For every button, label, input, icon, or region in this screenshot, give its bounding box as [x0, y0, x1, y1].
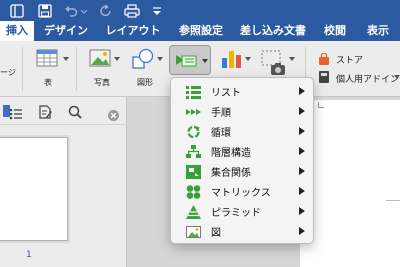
tab-insert[interactable]: 挿入: [0, 21, 34, 41]
menu-item-label: 循環: [211, 128, 231, 139]
navigation-pane: 1: [0, 97, 127, 267]
menu-item-label: 図: [211, 228, 221, 239]
table-dropdown-icon[interactable]: [63, 57, 69, 61]
camera-icon[interactable]: [270, 61, 286, 75]
menu-item-pyramid[interactable]: ピラミッド: [175, 201, 311, 221]
submenu-arrow-icon: [299, 87, 305, 95]
menu-item-relationship[interactable]: 集合関係: [175, 161, 311, 181]
ribbon-separator: [22, 47, 23, 91]
store-icon[interactable]: [318, 51, 330, 65]
personal-addin-icon[interactable]: [318, 69, 330, 83]
store-label[interactable]: ストア: [336, 53, 363, 66]
menu-item-label: マトリックス: [211, 188, 271, 199]
menu-item-label: リスト: [211, 88, 241, 99]
margin-marker: [318, 102, 324, 108]
chart-dropdown-icon[interactable]: [245, 57, 251, 61]
navigation-pane-toolbar: [0, 97, 127, 125]
customize-toolbar-icon[interactable]: [152, 3, 162, 17]
ribbon-tabs: 挿入 デザイン レイアウト 参照設定 差し込み文書 校閲 表示: [0, 21, 400, 41]
menu-item-hierarchy[interactable]: 階層構造: [175, 141, 311, 161]
undo-icon[interactable]: [64, 3, 78, 17]
outline-view-icon[interactable]: [9, 105, 23, 120]
menu-item-label: 手順: [211, 108, 231, 119]
screenshot-dropdown-icon[interactable]: [289, 57, 295, 61]
submenu-arrow-icon: [299, 127, 305, 135]
shapes-dropdown-icon[interactable]: [157, 57, 163, 61]
smartart-icon: [175, 52, 197, 68]
menu-item-label: ピラミッド: [211, 208, 261, 219]
submenu-arrow-icon: [299, 107, 305, 115]
table-label: 表: [44, 78, 52, 87]
page-group-label: ージ: [0, 68, 16, 77]
tab-layout[interactable]: レイアウト: [103, 21, 163, 41]
photo-dropdown-icon[interactable]: [114, 57, 120, 61]
document-page[interactable]: [300, 100, 400, 267]
picture-icon: [186, 224, 201, 238]
menu-item-picture[interactable]: 図: [175, 221, 311, 241]
smartart-menu: リスト 手順 循環 階層構造 集合関係 マトリックス ピラミッド 図: [170, 77, 314, 244]
title-bar: [0, 0, 400, 21]
menu-item-matrix[interactable]: マトリックス: [175, 181, 311, 201]
tab-design[interactable]: デザイン: [40, 21, 92, 41]
tab-references[interactable]: 参照設定: [175, 21, 227, 41]
tab-review[interactable]: 校閲: [318, 21, 352, 41]
print-icon[interactable]: [124, 3, 140, 18]
chart-icon[interactable]: [220, 49, 242, 69]
tab-mailings[interactable]: 差し込み文書: [238, 21, 308, 41]
submenu-arrow-icon: [299, 147, 305, 155]
tab-view[interactable]: 表示: [360, 21, 396, 41]
pyramid-icon: [186, 204, 201, 219]
process-icon: [186, 104, 201, 118]
hierarchy-icon: [186, 144, 201, 158]
menu-item-label: 階層構造: [211, 148, 251, 159]
cycle-icon: [186, 124, 201, 139]
margin-marker: [386, 200, 400, 201]
page-number: 1: [26, 250, 32, 260]
submenu-arrow-icon: [299, 207, 305, 215]
submenu-arrow-icon: [299, 227, 305, 235]
menu-item-cycle[interactable]: 循環: [175, 121, 311, 141]
shapes-icon[interactable]: [131, 48, 155, 70]
matrix-icon: [186, 184, 201, 199]
submenu-arrow-icon: [299, 167, 305, 175]
search-icon[interactable]: [68, 104, 82, 119]
menu-item-list[interactable]: リスト: [175, 81, 311, 101]
redo-icon[interactable]: [99, 3, 113, 17]
save-icon[interactable]: [38, 3, 52, 18]
sidebar-toggle-icon[interactable]: [10, 3, 24, 18]
relationship-icon: [186, 164, 201, 179]
close-pane-icon[interactable]: [108, 106, 119, 121]
menu-item-label: 集合関係: [211, 168, 251, 179]
smartart-button[interactable]: [169, 45, 211, 75]
photo-icon[interactable]: [89, 49, 111, 67]
submenu-arrow-icon: [299, 187, 305, 195]
shapes-label: 図形: [137, 78, 153, 87]
list-icon: [186, 84, 201, 99]
edit-document-icon[interactable]: [38, 104, 52, 119]
page-thumbnail[interactable]: [0, 137, 68, 241]
table-icon[interactable]: [36, 49, 58, 67]
personal-addin-label[interactable]: 個人用アドイン: [336, 72, 399, 85]
menu-item-process[interactable]: 手順: [175, 101, 311, 121]
photo-label: 写真: [94, 78, 110, 87]
undo-dropdown-icon[interactable]: [80, 3, 88, 17]
personal-addin-dropdown-icon[interactable]: [394, 75, 400, 79]
ribbon-separator: [76, 47, 77, 91]
smartart-dropdown-icon: [202, 59, 208, 63]
